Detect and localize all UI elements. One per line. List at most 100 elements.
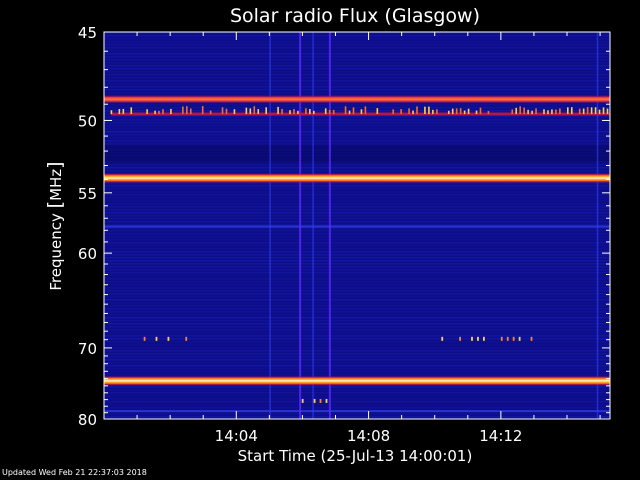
burst-blip <box>467 108 470 115</box>
background-striation <box>104 368 610 370</box>
burst-blip <box>110 110 113 115</box>
x-tick-label: 14:04 <box>215 427 258 445</box>
background-striation <box>104 392 610 394</box>
burst-blip <box>281 108 283 115</box>
background-striation <box>104 230 610 232</box>
background-striation <box>104 248 610 250</box>
burst-blip <box>519 106 521 115</box>
background-striation <box>104 137 610 139</box>
background-striation <box>104 164 610 166</box>
burst-blip <box>479 107 482 115</box>
burst-blip <box>455 108 458 115</box>
background-striation <box>104 311 610 313</box>
background-striation <box>104 305 610 307</box>
burst-blip <box>408 108 410 115</box>
burst-blip <box>578 108 581 115</box>
background-striation <box>104 284 610 286</box>
burst-blip <box>352 107 355 115</box>
background-striation <box>104 251 610 253</box>
background-striation <box>104 293 610 295</box>
burst-blip <box>582 108 585 115</box>
background-striation <box>104 245 610 247</box>
y-tick-label: 50 <box>78 112 97 130</box>
y-tick-label: 60 <box>78 245 97 263</box>
background-striation <box>104 236 610 238</box>
background-striation <box>104 359 610 361</box>
background-striation <box>104 287 610 289</box>
burst-blip <box>249 108 252 115</box>
background-striation <box>104 281 610 283</box>
updated-timestamp: Updated Wed Feb 21 22:37:03 2018 <box>2 468 147 477</box>
background-striation <box>104 212 610 214</box>
background-striation <box>104 308 610 310</box>
burst-blip <box>463 110 466 115</box>
background-striation <box>104 185 610 187</box>
background-striation <box>104 41 610 43</box>
background-striation <box>104 65 610 67</box>
burst-blip <box>162 109 164 115</box>
burst-blip <box>606 108 609 115</box>
background-striation <box>104 374 610 376</box>
background-striation <box>104 77 610 79</box>
background-striation <box>104 86 610 88</box>
background-striation <box>104 290 610 292</box>
minor-blip <box>143 336 146 341</box>
background-striation <box>104 119 610 121</box>
burst-blip <box>221 107 224 115</box>
background-striation <box>104 125 610 127</box>
vertical-interference <box>299 32 302 419</box>
background-striation <box>104 197 610 199</box>
burst-blip <box>436 109 438 115</box>
x-axis-label: Start Time (25-Jul-13 14:00:01) <box>238 447 473 465</box>
spectrogram-chart: Solar radio Flux (Glasgow) 455055607080 … <box>44 5 611 465</box>
x-tick-label: 14:12 <box>479 427 522 445</box>
burst-blip <box>523 107 525 115</box>
background-striation <box>104 269 610 271</box>
burst-blip <box>189 108 192 115</box>
background-striation <box>104 353 610 355</box>
background-striation <box>104 329 610 331</box>
background-striation <box>104 218 610 220</box>
background-striation <box>104 323 610 325</box>
background-striation <box>104 350 610 352</box>
background-striation <box>104 299 610 301</box>
background-striation <box>104 386 610 388</box>
vertical-interference <box>596 32 599 419</box>
burst-blip <box>487 111 490 115</box>
background-striation <box>104 275 610 277</box>
background-striation <box>104 326 610 328</box>
burst-blip <box>475 110 478 115</box>
minor-blip <box>506 336 509 341</box>
burst-blip <box>146 109 148 115</box>
background-striation <box>104 278 610 280</box>
background-striation <box>104 224 610 226</box>
x-tick-label: 14:08 <box>347 427 390 445</box>
background-striation <box>104 143 610 145</box>
burst-blip <box>158 110 160 115</box>
background-striation <box>104 302 610 304</box>
background-striation <box>104 206 610 208</box>
background-striation <box>104 356 610 358</box>
burst-blip <box>182 106 184 115</box>
background-striation <box>104 395 610 397</box>
burst-blip <box>428 106 430 115</box>
y-label-text: Frequency <box>47 208 65 290</box>
minor-blip <box>441 336 444 341</box>
bursty-band <box>110 112 610 116</box>
minor-blip <box>500 336 503 341</box>
burst-blip <box>297 110 299 115</box>
background-striation <box>104 203 610 205</box>
burst-blip <box>412 110 414 115</box>
burst-blip <box>348 110 351 115</box>
minor-blip <box>512 336 515 341</box>
burst-blip <box>531 110 533 115</box>
y-tick-label: 55 <box>78 185 97 203</box>
minor-blip <box>459 336 461 341</box>
background-striation <box>104 401 610 403</box>
background-striation <box>104 92 610 94</box>
background-striation <box>104 389 610 391</box>
background-striation <box>104 110 610 112</box>
burst-blip <box>360 109 363 115</box>
bright-band <box>104 174 610 182</box>
chart-title: Solar radio Flux (Glasgow) <box>230 5 480 27</box>
